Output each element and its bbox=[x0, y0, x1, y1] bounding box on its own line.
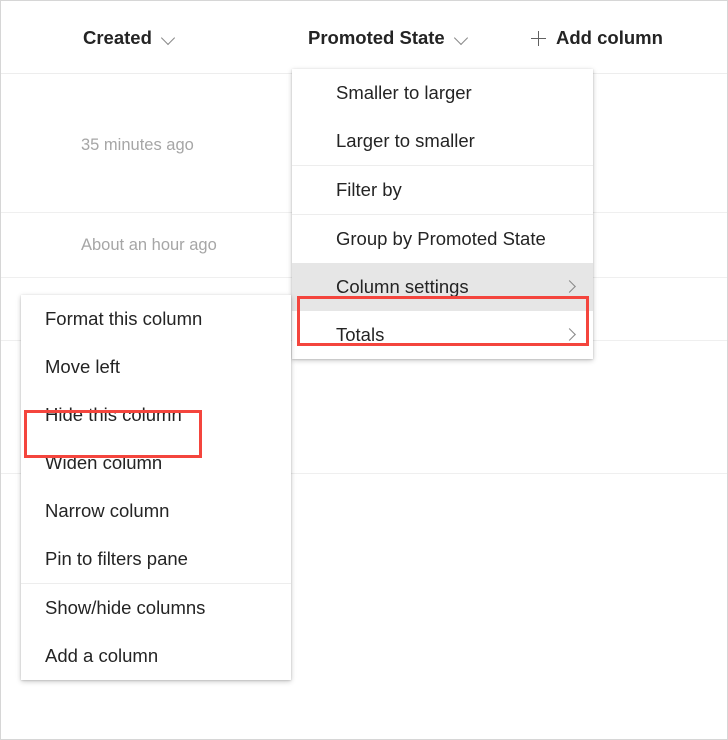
chevron-down-icon[interactable] bbox=[454, 30, 470, 46]
menu-item-label: Add a column bbox=[45, 645, 159, 666]
menu-item-label: Narrow column bbox=[45, 500, 170, 521]
column-header-promoted-state-label: Promoted State bbox=[308, 27, 445, 48]
list-view-screen: 35 minutes ago About an hour ago Created… bbox=[0, 0, 728, 740]
cell-created-value: About an hour ago bbox=[81, 236, 217, 254]
menu-item-format-this-column[interactable]: Format this column bbox=[21, 295, 291, 343]
chevron-right-icon bbox=[563, 280, 577, 294]
menu-item-widen-column[interactable]: Widen column bbox=[21, 439, 291, 487]
menu-item-move-left[interactable]: Move left bbox=[21, 343, 291, 391]
menu-item-totals[interactable]: Totals bbox=[292, 311, 593, 359]
column-header-bar: Created Promoted State Add column bbox=[1, 1, 727, 74]
menu-item-column-settings[interactable]: Column settings bbox=[292, 263, 593, 311]
cell-created-value: 35 minutes ago bbox=[81, 136, 194, 154]
menu-item-label: Totals bbox=[336, 324, 385, 345]
menu-item-label: Pin to filters pane bbox=[45, 548, 188, 569]
menu-item-label: Group by Promoted State bbox=[336, 228, 546, 249]
menu-item-larger-to-smaller[interactable]: Larger to smaller bbox=[292, 117, 593, 165]
add-column-label: Add column bbox=[556, 27, 663, 48]
menu-item-label: Show/hide columns bbox=[45, 597, 206, 618]
menu-item-group-by-promoted-state[interactable]: Group by Promoted State bbox=[292, 215, 593, 263]
chevron-right-icon bbox=[563, 328, 577, 342]
menu-item-label: Larger to smaller bbox=[336, 130, 475, 151]
menu-item-hide-this-column[interactable]: Hide this column bbox=[21, 391, 291, 439]
menu-item-label: Smaller to larger bbox=[336, 82, 472, 103]
chevron-down-icon[interactable] bbox=[161, 30, 177, 46]
menu-item-filter-by[interactable]: Filter by bbox=[292, 166, 593, 214]
menu-item-label: Widen column bbox=[45, 452, 163, 473]
plus-icon bbox=[531, 30, 546, 46]
menu-item-label: Format this column bbox=[45, 308, 203, 329]
menu-item-label: Filter by bbox=[336, 179, 402, 200]
column-header-created[interactable]: Created bbox=[83, 27, 177, 49]
menu-item-show-hide-columns[interactable]: Show/hide columns bbox=[21, 584, 291, 632]
menu-item-label: Move left bbox=[45, 356, 121, 377]
menu-item-pin-to-filters-pane[interactable]: Pin to filters pane bbox=[21, 535, 291, 583]
column-header-created-label: Created bbox=[83, 27, 152, 48]
menu-item-label: Column settings bbox=[336, 276, 469, 297]
menu-item-narrow-column[interactable]: Narrow column bbox=[21, 487, 291, 535]
menu-item-smaller-to-larger[interactable]: Smaller to larger bbox=[292, 69, 593, 117]
promoted-state-context-menu: Smaller to larger Larger to smaller Filt… bbox=[292, 69, 593, 359]
menu-item-label: Hide this column bbox=[45, 404, 182, 425]
menu-item-add-a-column[interactable]: Add a column bbox=[21, 632, 291, 680]
created-column-context-menu: Format this column Move left Hide this c… bbox=[21, 295, 291, 680]
column-header-promoted-state[interactable]: Promoted State bbox=[308, 27, 470, 49]
add-column-button[interactable]: Add column bbox=[531, 27, 663, 49]
